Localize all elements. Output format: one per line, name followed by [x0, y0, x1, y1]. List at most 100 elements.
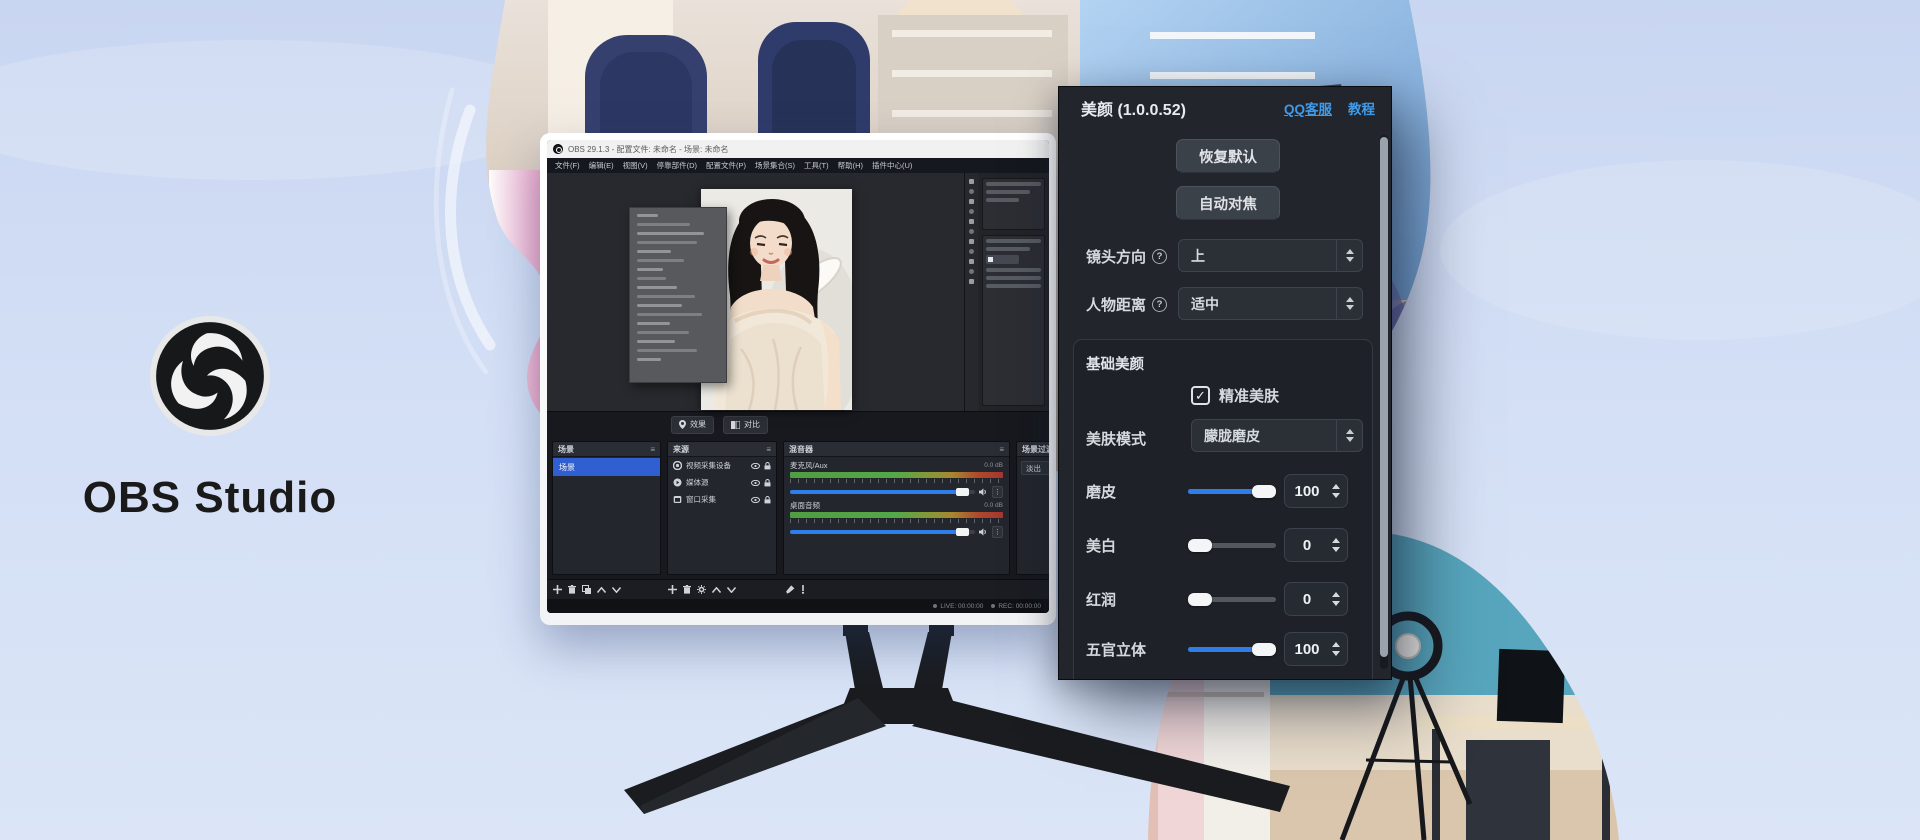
person-distance-select[interactable]: 适中	[1178, 287, 1363, 320]
camera-direction-select[interactable]: 上	[1178, 239, 1363, 272]
lock-icon[interactable]	[764, 496, 771, 504]
dialog-line	[637, 358, 661, 361]
stepper-arrows-icon[interactable]	[1329, 538, 1347, 552]
menu-file[interactable]: 文件(F)	[555, 160, 580, 171]
smoothing-slider[interactable]	[1188, 489, 1276, 494]
panel-row	[986, 198, 1019, 202]
rec-status: REC: 00:00:00	[991, 603, 1041, 610]
menu-profile[interactable]: 配置文件(P)	[706, 160, 746, 171]
menu-scene-collection[interactable]: 场景集合(S)	[755, 160, 795, 171]
dock-menu-icon[interactable]: ≡	[650, 445, 655, 454]
lock-icon[interactable]	[764, 462, 771, 470]
add-icon[interactable]	[553, 585, 562, 594]
whitening-slider[interactable]	[1188, 543, 1276, 548]
menu-help[interactable]: 帮助(H)	[838, 160, 863, 171]
compare-toggle-button[interactable]: 对比	[723, 416, 768, 434]
mixer-dock: 混音器 ≡ 麦克风/Aux 0.0 dB ⋮	[783, 441, 1010, 575]
volume-slider[interactable]	[790, 490, 975, 494]
panel-row	[986, 239, 1041, 243]
slider-handle[interactable]	[1188, 539, 1212, 552]
stepper-arrows-icon[interactable]	[1329, 642, 1347, 656]
mixer-options-button[interactable]: ⋮	[992, 526, 1003, 538]
select-spinner-icon[interactable]	[1336, 240, 1362, 271]
sources-dock-title: 来源	[673, 444, 689, 455]
effect-toggle-button[interactable]: 效果	[671, 416, 714, 434]
help-icon[interactable]: ?	[1152, 249, 1167, 264]
tools-strip[interactable]	[965, 173, 978, 411]
mixer-channel-name: 桌面音频	[790, 500, 820, 511]
advanced-audio-icon[interactable]	[801, 585, 805, 594]
dialog-line	[637, 214, 658, 217]
scrollbar-thumb[interactable]	[1380, 137, 1388, 657]
dock-menu-icon[interactable]: ≡	[999, 445, 1004, 454]
camera-direction-label: 镜头方向 ?	[1086, 246, 1167, 267]
scenes-dock-header: 场景 ≡	[553, 442, 660, 457]
menu-view[interactable]: 视图(V)	[623, 160, 648, 171]
rosy-slider[interactable]	[1188, 597, 1276, 602]
mixer-options-button[interactable]: ⋮	[992, 486, 1003, 498]
precise-skin-checkbox[interactable]: ✓	[1191, 386, 1210, 405]
duplicate-icon[interactable]	[582, 585, 591, 594]
select-spinner-icon[interactable]	[1336, 288, 1362, 319]
select-spinner-icon[interactable]	[1336, 420, 1362, 451]
whitening-stepper[interactable]: 0	[1284, 528, 1348, 562]
remove-icon[interactable]	[683, 585, 691, 594]
add-icon[interactable]	[668, 585, 677, 594]
speaker-icon[interactable]	[979, 528, 988, 536]
dock-menu-icon[interactable]: ≡	[766, 445, 771, 454]
help-icon[interactable]: ?	[1152, 297, 1167, 312]
slider-handle[interactable]	[1252, 643, 1276, 656]
properties-gear-icon[interactable]	[697, 585, 706, 594]
qq-support-link[interactable]: QQ客服	[1284, 98, 1332, 118]
volume-slider-handle[interactable]	[956, 488, 969, 496]
move-down-icon[interactable]	[612, 587, 621, 593]
info-panel	[982, 178, 1045, 230]
whitening-slider-row: 美白 0	[1059, 525, 1392, 565]
panel-row	[986, 284, 1041, 288]
selected-layer-row[interactable]	[986, 255, 1019, 264]
dialog-line	[637, 241, 697, 244]
move-down-icon[interactable]	[727, 587, 736, 593]
panel-scrollbar[interactable]	[1380, 135, 1388, 669]
lock-icon[interactable]	[764, 479, 771, 487]
menu-tools[interactable]: 工具(T)	[804, 160, 829, 171]
source-row[interactable]: 窗口采集	[668, 491, 776, 508]
face-depth-slider-row: 五官立体 100	[1059, 629, 1392, 669]
tutorial-link[interactable]: 教程	[1348, 98, 1375, 118]
move-up-icon[interactable]	[597, 587, 606, 593]
slider-handle[interactable]	[1252, 485, 1276, 498]
brush-icon[interactable]	[785, 585, 795, 594]
speaker-icon[interactable]	[979, 488, 988, 496]
reset-defaults-button[interactable]: 恢复默认	[1176, 139, 1280, 173]
volume-slider-handle[interactable]	[956, 528, 969, 536]
filter-settings-dialog[interactable]	[629, 207, 727, 383]
eye-icon[interactable]	[751, 463, 760, 469]
eye-icon[interactable]	[751, 497, 760, 503]
remove-icon[interactable]	[568, 585, 576, 594]
precise-skin-row[interactable]: ✓ 精准美肤	[1191, 385, 1279, 406]
stepper-arrows-icon[interactable]	[1329, 592, 1347, 606]
transition-select[interactable]: 淡出	[1021, 461, 1049, 475]
source-row[interactable]: 视频采集设备	[668, 457, 776, 474]
menu-edit[interactable]: 编辑(E)	[589, 160, 614, 171]
rosy-stepper[interactable]: 0	[1284, 582, 1348, 616]
skin-mode-select[interactable]: 朦胧磨皮	[1191, 419, 1363, 452]
volume-slider[interactable]	[790, 530, 975, 534]
slider-handle[interactable]	[1188, 593, 1212, 606]
dialog-line	[637, 349, 697, 352]
face-depth-slider[interactable]	[1188, 647, 1276, 652]
beauty-filter-panel: 美颜 (1.0.0.52) QQ客服 教程 恢复默认 自动对焦 镜头方向 ? 上…	[1058, 86, 1392, 680]
obs-window: OBS 29.1.3 - 配置文件: 未命名 - 场景: 未命名 文件(F) 编…	[547, 140, 1049, 613]
mixer-dock-header: 混音器 ≡	[784, 442, 1009, 457]
eye-icon[interactable]	[751, 480, 760, 486]
face-depth-stepper[interactable]: 100	[1284, 632, 1348, 666]
scene-item-selected[interactable]: 场景	[553, 458, 660, 476]
stepper-arrows-icon[interactable]	[1329, 484, 1347, 498]
source-row[interactable]: 媒体源	[668, 474, 776, 491]
menu-plugin-center[interactable]: 插件中心(U)	[872, 160, 912, 171]
move-up-icon[interactable]	[712, 587, 721, 593]
autofocus-button[interactable]: 自动对焦	[1176, 186, 1280, 220]
menu-docks[interactable]: 停靠部件(D)	[657, 160, 697, 171]
smoothing-stepper[interactable]: 100	[1284, 474, 1348, 508]
effect-toggle-label: 效果	[690, 419, 706, 430]
